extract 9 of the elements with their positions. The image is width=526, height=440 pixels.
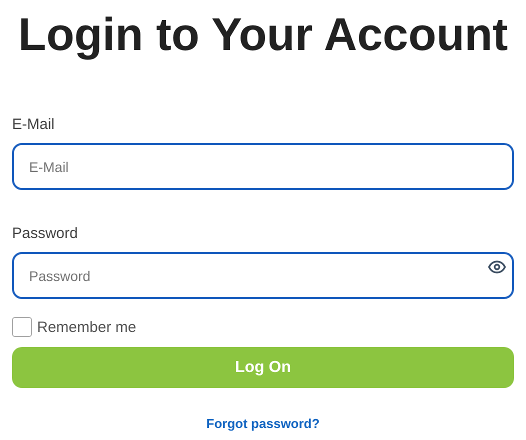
field-label: E-Mail (12, 116, 55, 134)
checkbox-label: Remember me (37, 319, 136, 337)
forgot-password-link[interactable]: Forgot password? (206, 414, 320, 434)
password-field[interactable]: Password (12, 252, 514, 299)
email-field[interactable]: E-Mail (12, 143, 514, 190)
remember-checkbox[interactable] (12, 317, 32, 337)
field-label: Password (12, 225, 78, 243)
eye-icon[interactable] (488, 260, 506, 274)
page-title: Login to Your Account (17, 7, 509, 62)
